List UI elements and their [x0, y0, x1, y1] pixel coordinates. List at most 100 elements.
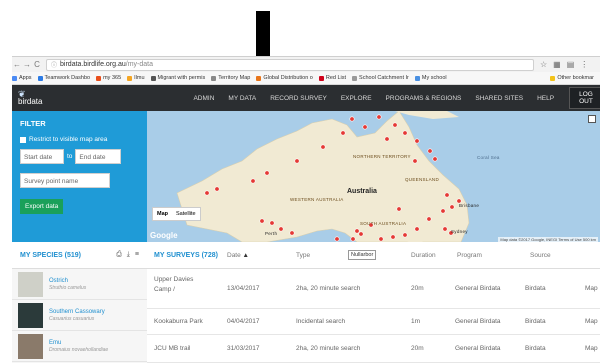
- survey-marker[interactable]: [376, 114, 382, 120]
- surveys-title[interactable]: MY SURVEYS (728): [154, 252, 218, 259]
- list-menu-icon[interactable]: ≡: [135, 251, 139, 259]
- survey-marker[interactable]: [214, 186, 220, 192]
- fullscreen-icon[interactable]: [588, 115, 596, 123]
- end-date-input[interactable]: End date: [75, 149, 122, 164]
- nav-link-programs-regions[interactable]: PROGRAMS & REGIONS: [379, 95, 469, 102]
- bookmark-item[interactable]: Territory Map: [211, 75, 250, 81]
- species-common-name[interactable]: Emu: [49, 340, 108, 346]
- survey-marker[interactable]: [449, 204, 455, 210]
- survey-marker[interactable]: [402, 232, 408, 238]
- survey-marker[interactable]: [340, 130, 346, 136]
- column-program[interactable]: Program: [457, 252, 482, 259]
- survey-marker[interactable]: [362, 124, 368, 130]
- survey-marker[interactable]: [250, 178, 256, 184]
- survey-marker[interactable]: [278, 226, 284, 232]
- download-icon[interactable]: ⤓: [127, 251, 130, 259]
- address-bar[interactable]: ⓘ birdata.birdlife.org.au/my-data: [46, 58, 534, 71]
- survey-marker[interactable]: [402, 130, 408, 136]
- menu-icon[interactable]: ⋮: [580, 60, 588, 69]
- nav-link-record-survey[interactable]: RECORD SURVEY: [263, 95, 334, 102]
- back-icon[interactable]: ←: [12, 60, 22, 69]
- bookmark-item[interactable]: Apps: [12, 75, 32, 81]
- column-duration[interactable]: Duration: [411, 252, 436, 259]
- bookmark-item[interactable]: My school: [414, 75, 447, 81]
- survey-marker[interactable]: [354, 228, 360, 234]
- species-title[interactable]: MY SPECIES (519): [20, 252, 81, 259]
- survey-marker[interactable]: [392, 122, 398, 128]
- survey-marker[interactable]: [289, 230, 295, 236]
- table-row[interactable]: Upper Davies 13/04/2017 2ha, 20 minute sea…: [147, 269, 600, 309]
- survey-marker[interactable]: [320, 144, 326, 150]
- survey-site-name[interactable]: JCU MB trail: [154, 345, 190, 352]
- extension-icon[interactable]: ▤: [567, 60, 575, 69]
- map-view-button[interactable]: Map: [153, 208, 172, 220]
- survey-site-name[interactable]: Upper Davies: [154, 276, 193, 283]
- start-date-input[interactable]: Start date: [20, 149, 64, 164]
- bookmark-item[interactable]: Ilmu: [127, 75, 145, 81]
- survey-marker[interactable]: [444, 192, 450, 198]
- bookmark-item[interactable]: Other bookmar: [550, 75, 594, 81]
- reload-icon[interactable]: C: [32, 60, 42, 69]
- nav-link-my-data[interactable]: MY DATA: [221, 95, 263, 102]
- survey-marker[interactable]: [414, 226, 420, 232]
- survey-map-link[interactable]: Map: [585, 285, 598, 292]
- survey-marker[interactable]: [442, 226, 448, 232]
- extension-icon[interactable]: ▦: [553, 60, 561, 69]
- survey-marker[interactable]: [414, 138, 420, 144]
- forward-icon[interactable]: →: [22, 60, 32, 69]
- species-common-name[interactable]: Ostrich: [49, 278, 86, 284]
- species-list-item[interactable]: Emu Dromaius novaehollandiae: [12, 331, 147, 362]
- survey-marker[interactable]: [334, 236, 340, 242]
- restrict-map-checkbox[interactable]: [20, 136, 26, 143]
- nav-link-admin[interactable]: ADMIN: [186, 95, 221, 102]
- survey-map-link[interactable]: Map: [585, 318, 598, 325]
- bookmark-item[interactable]: my 365: [96, 75, 121, 81]
- survey-marker[interactable]: [390, 234, 396, 240]
- satellite-view-button[interactable]: Satellite: [172, 208, 200, 220]
- survey-marker[interactable]: [259, 218, 265, 224]
- survey-marker[interactable]: [204, 190, 210, 196]
- survey-marker[interactable]: [426, 216, 432, 222]
- survey-map-link[interactable]: Map: [585, 345, 598, 352]
- survey-source: Birdata: [525, 345, 546, 352]
- species-list-item[interactable]: Ostrich Struthio camelus: [12, 269, 147, 300]
- survey-site-name-line2[interactable]: Camp /: [154, 286, 175, 293]
- survey-marker[interactable]: [350, 236, 356, 242]
- export-data-button[interactable]: Export data: [20, 199, 64, 214]
- restrict-map-checkbox-row[interactable]: Restrict to visible map area: [20, 136, 139, 143]
- table-row[interactable]: JCU MB trail 31/03/2017 2ha, 20 minute sea…: [147, 335, 600, 363]
- birdata-logo[interactable]: ❦ birdata: [12, 90, 42, 106]
- column-date[interactable]: Date ▲: [227, 252, 249, 259]
- survey-point-input[interactable]: Survey point name: [20, 173, 110, 188]
- bookmark-item[interactable]: Migrant with permis: [150, 75, 205, 81]
- species-list-item[interactable]: Southern Cassowary Casuarius casuarius: [12, 300, 147, 331]
- star-icon[interactable]: ☆: [540, 60, 547, 69]
- bookmark-item[interactable]: Global Distribution o: [256, 75, 313, 81]
- column-type[interactable]: Type: [296, 252, 310, 259]
- bookmark-item[interactable]: Teamwork Dashbo: [37, 75, 90, 81]
- survey-marker[interactable]: [427, 148, 433, 154]
- survey-marker[interactable]: [358, 231, 364, 237]
- survey-marker[interactable]: [396, 206, 402, 212]
- survey-marker[interactable]: [378, 236, 384, 242]
- survey-marker[interactable]: [264, 170, 270, 176]
- survey-site-name[interactable]: Kookaburra Park: [154, 318, 203, 325]
- survey-marker[interactable]: [349, 116, 355, 122]
- survey-marker[interactable]: [432, 156, 438, 162]
- survey-marker[interactable]: [440, 208, 446, 214]
- survey-marker[interactable]: [412, 158, 418, 164]
- logout-button[interactable]: LOG OUT: [569, 87, 600, 109]
- nav-link-shared-sites[interactable]: SHARED SITES: [468, 95, 530, 102]
- survey-marker[interactable]: [294, 158, 300, 164]
- species-common-name[interactable]: Southern Cassowary: [49, 309, 105, 315]
- nav-link-help[interactable]: HELP: [530, 95, 561, 102]
- bookmark-item[interactable]: School Catchment Ir: [352, 75, 409, 81]
- survey-marker[interactable]: [384, 136, 390, 142]
- survey-map[interactable]: NORTHERN TERRITORY QUEENSLAND WESTERN AU…: [147, 111, 600, 242]
- print-icon[interactable]: ⎙: [116, 251, 122, 259]
- survey-marker[interactable]: [269, 220, 275, 226]
- bookmark-item[interactable]: Red List: [318, 75, 346, 81]
- table-row[interactable]: Kookaburra Park 04/04/2017 Incidental sear…: [147, 309, 600, 335]
- column-source[interactable]: Source: [530, 252, 551, 259]
- nav-link-explore[interactable]: EXPLORE: [334, 95, 379, 102]
